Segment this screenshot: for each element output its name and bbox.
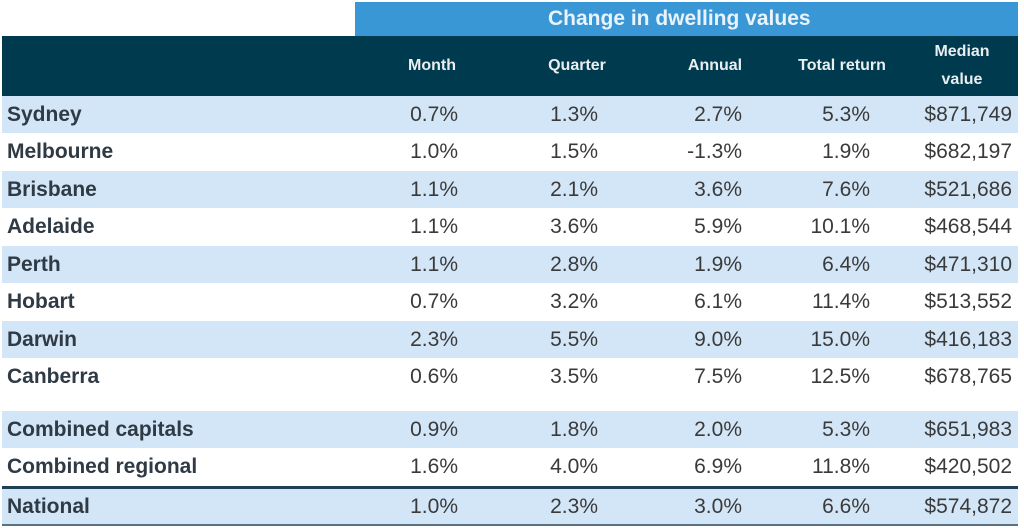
cell-annual: 3.0% [694, 495, 742, 518]
cell-total-return: 6.6% [822, 495, 870, 518]
table-row: Combined regional 1.6% 4.0% 6.9% 11.8% $420,5… [2, 448, 1018, 485]
cell-month: 1.0% [410, 140, 458, 163]
cell-quarter: 5.5% [550, 328, 598, 351]
table-row: Adelaide 1.1% 3.6% 5.9% 10.1% $468,544 [2, 208, 1018, 245]
row-name: Melbourne [7, 140, 114, 163]
table-row: Hobart 0.7% 3.2% 6.1% 11.4% $513,552 [2, 283, 1018, 320]
cell-quarter: 3.5% [550, 365, 598, 388]
cell-total-return: 5.3% [822, 103, 870, 126]
cell-month: 0.9% [410, 418, 458, 441]
cell-quarter: 2.3% [550, 495, 598, 518]
column-header-month: Month [408, 57, 456, 74]
cell-annual: 9.0% [694, 328, 742, 351]
cell-month: 1.1% [410, 178, 458, 201]
cell-quarter: 2.1% [550, 178, 598, 201]
row-name: Adelaide [7, 215, 95, 238]
cell-annual: -1.3% [687, 140, 742, 163]
cell-median-value: $651,983 [924, 418, 1012, 441]
table-row: Darwin 2.3% 5.5% 9.0% 15.0% $416,183 [2, 321, 1018, 358]
cell-median-value: $678,765 [924, 365, 1012, 388]
table-row: Melbourne 1.0% 1.5% -1.3% 1.9% $682,197 [2, 133, 1018, 170]
row-name: Hobart [7, 290, 75, 313]
cell-quarter: 3.2% [550, 290, 598, 313]
row-name: Combined regional [7, 455, 198, 478]
cell-annual: 6.9% [694, 455, 742, 478]
cell-median-value: $471,310 [924, 253, 1012, 276]
divider-national [2, 486, 1018, 489]
table-row: Brisbane 1.1% 2.1% 3.6% 7.6% $521,686 [2, 171, 1018, 208]
cell-month: 1.1% [410, 253, 458, 276]
cell-quarter: 1.5% [550, 140, 598, 163]
column-header-total-return: Total return [798, 57, 886, 74]
cell-annual: 1.9% [694, 253, 742, 276]
cell-total-return: 1.9% [822, 140, 870, 163]
cell-quarter: 3.6% [550, 215, 598, 238]
cell-month: 1.1% [410, 215, 458, 238]
cell-month: 1.0% [410, 495, 458, 518]
cell-total-return: 12.5% [810, 365, 870, 388]
row-name: Brisbane [7, 178, 97, 201]
cell-annual: 7.5% [694, 365, 742, 388]
cell-median-value: $420,502 [924, 455, 1012, 478]
cell-total-return: 5.3% [822, 418, 870, 441]
cell-annual: 3.6% [694, 178, 742, 201]
row-name: Canberra [7, 365, 100, 388]
divider-bottom [2, 524, 1018, 526]
cell-total-return: 11.4% [812, 290, 870, 313]
cell-total-return: 7.6% [822, 178, 870, 201]
cell-total-return: 11.8% [812, 455, 870, 478]
cell-month: 0.7% [410, 103, 458, 126]
cell-annual: 6.1% [694, 290, 742, 313]
cell-total-return: 15.0% [810, 328, 870, 351]
cell-quarter: 4.0% [550, 455, 598, 478]
cell-quarter: 1.8% [550, 418, 598, 441]
column-header-annual: Annual [687, 57, 743, 74]
cell-median-value: $468,544 [924, 215, 1012, 238]
cell-median-value: $513,552 [924, 290, 1012, 313]
cell-median-value: $871,749 [924, 103, 1012, 126]
cell-median-value: $416,183 [924, 328, 1012, 351]
cell-annual: 2.0% [694, 418, 742, 441]
super-header-label: Change in dwelling values [548, 7, 811, 30]
cell-annual: 5.9% [694, 215, 742, 238]
cell-quarter: 1.3% [550, 103, 598, 126]
column-header-row: Month Quarter Annual Total return Median… [2, 36, 1018, 96]
cell-month: 0.7% [410, 290, 458, 313]
row-name: Sydney [7, 103, 82, 126]
cell-median-value: $574,872 [924, 495, 1012, 518]
cell-median-value: $521,686 [924, 178, 1012, 201]
cell-quarter: 2.8% [550, 253, 598, 276]
cell-total-return: 10.1% [810, 215, 870, 238]
cell-month: 2.3% [410, 328, 458, 351]
super-header: Change in dwelling values [355, 2, 1018, 36]
cell-annual: 2.7% [694, 103, 742, 126]
row-name: Perth [7, 253, 61, 276]
table-row: National 1.0% 2.3% 3.0% 6.6% $574,872 [2, 488, 1018, 525]
row-name: Combined capitals [7, 418, 194, 441]
table-row: Perth 1.1% 2.8% 1.9% 6.4% $471,310 [2, 246, 1018, 283]
table-row: Combined capitals 0.9% 1.8% 2.0% 5.3% $651,98… [2, 411, 1018, 448]
cell-total-return: 6.4% [822, 253, 870, 276]
row-name: National [7, 495, 90, 518]
row-name: Darwin [7, 328, 78, 351]
cell-month: 0.6% [410, 365, 458, 388]
table-row: Sydney 0.7% 1.3% 2.7% 5.3% $871,749 [2, 96, 1018, 133]
cell-month: 1.6% [410, 455, 458, 478]
table-row: Canberra 0.6% 3.5% 7.5% 12.5% $678,765 [2, 358, 1018, 395]
column-header-median-value: Median value [934, 43, 990, 88]
column-header-quarter: Quarter [548, 57, 606, 74]
cell-median-value: $682,197 [924, 140, 1012, 163]
